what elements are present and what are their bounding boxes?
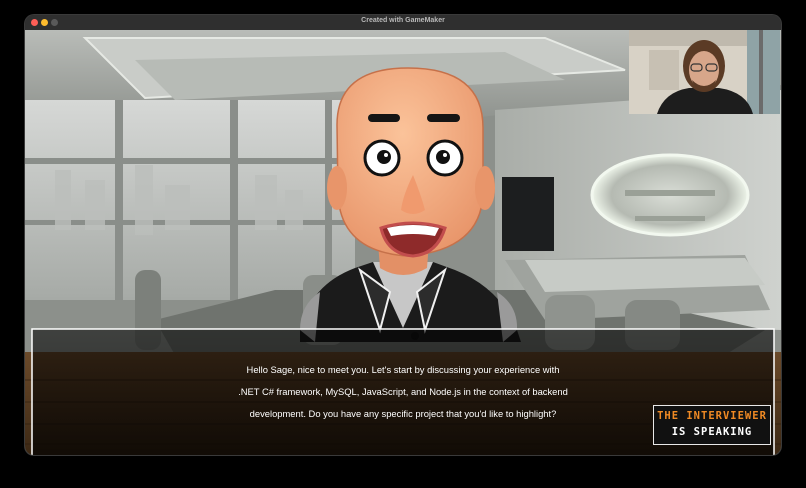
title-bar[interactable]: Created with GameMaker	[25, 15, 781, 31]
speaker-badge: THE INTERVIEWER IS SPEAKING	[653, 405, 771, 445]
webcam-image	[629, 30, 780, 114]
window-title: Created with GameMaker	[361, 17, 445, 24]
speaker-badge-status: IS SPEAKING	[671, 426, 753, 438]
dialogue-line: .NET C# framework, MySQL, JavaScript, an…	[238, 386, 568, 397]
dialogue-line: Hello Sage, nice to meet you. Let's star…	[246, 364, 560, 375]
webcam-feed	[629, 30, 780, 114]
speaker-badge-title: THE INTERVIEWER	[657, 410, 767, 422]
